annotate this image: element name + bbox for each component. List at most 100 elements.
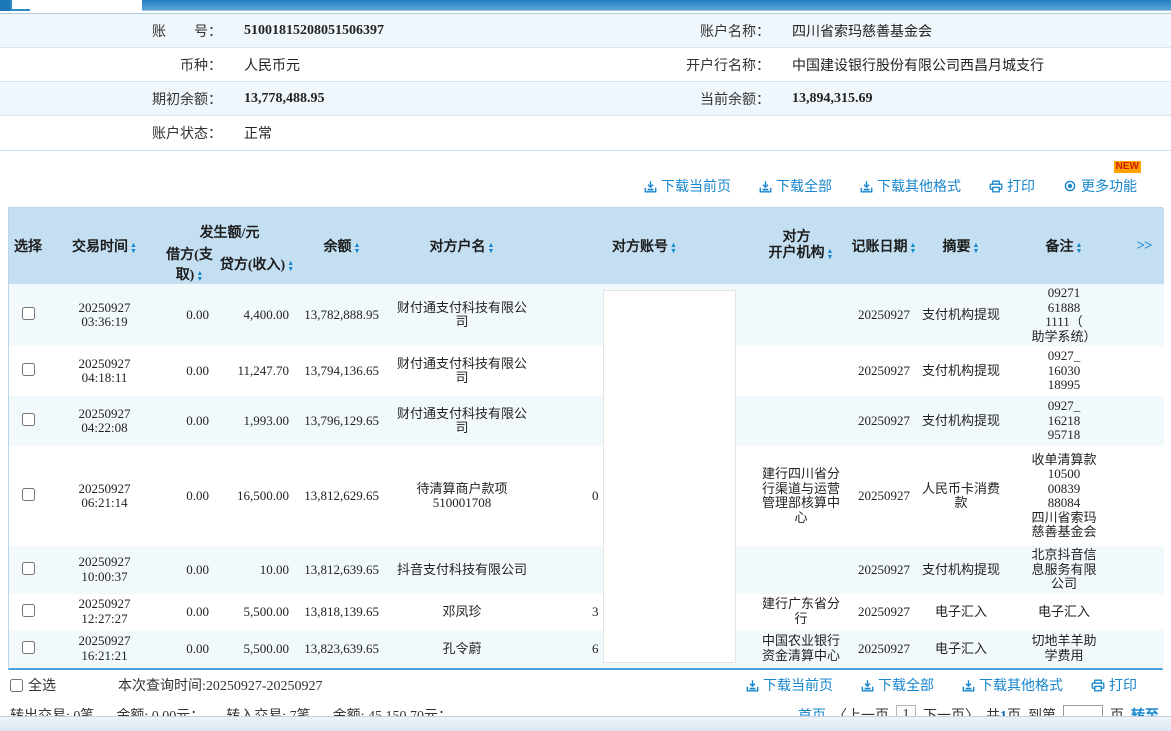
txn-institution-cell: 建行广东省分行 [752, 594, 850, 630]
txn-date-cell: 20250927 [850, 630, 918, 668]
header-date: 记账日期▲▼ [850, 208, 918, 284]
select-cell [9, 284, 47, 346]
currency-label: 币种： [0, 55, 232, 75]
currency-value: 人民币元 [232, 55, 585, 75]
txn-expand-cell [1124, 284, 1164, 346]
sort-icon[interactable]: ▲▼ [354, 242, 361, 254]
download-current-page-label: 下载当前页 [661, 176, 731, 196]
header-select: 选择 [9, 208, 47, 284]
tab-bar-remnant [142, 0, 1171, 11]
txn-time-cell: 20250927 03:36:19 [47, 284, 162, 346]
txn-date-cell: 20250927 [850, 446, 918, 546]
print-label: 打印 [1007, 176, 1035, 196]
txn-remark-cell: 北京抖音信 息服务有限 公司 [1004, 546, 1124, 594]
table-row: 20250927 10:00:370.0010.0013,812,639.65抖… [9, 546, 1164, 594]
bank-name-value: 中国建设银行股份有限公司西昌月城支行 [780, 55, 1171, 75]
txn-credit-cell: 5,500.00 [217, 594, 297, 630]
txn-balance-cell: 13,812,639.65 [297, 546, 387, 594]
txn-summary-cell: 电子汇入 [918, 630, 1004, 668]
more-functions-label: 更多功能 [1081, 176, 1137, 196]
txn-date-cell: 20250927 [850, 396, 918, 446]
download-icon [644, 180, 657, 193]
txn-counterparty-cell: 待清算商户款项510001708 [387, 446, 537, 546]
sort-icon[interactable]: ▲▼ [488, 242, 495, 254]
select-all-label: 全选 [28, 675, 56, 695]
expand-columns-button[interactable]: >> [1124, 208, 1164, 284]
row-checkbox[interactable] [22, 604, 35, 617]
download-other-format-button[interactable]: 下载其他格式 [860, 176, 961, 196]
txn-institution-cell: 建行四川省分行渠道与运营管理部核算中心 [752, 446, 850, 546]
sort-icon[interactable]: ▲▼ [973, 242, 980, 254]
download-other-format-button-bottom[interactable]: 下载其他格式 [962, 675, 1063, 695]
sort-icon[interactable]: ▲▼ [670, 242, 677, 254]
txn-expand-cell [1124, 630, 1164, 668]
header-summary: 摘要▲▼ [918, 208, 1004, 284]
sort-icon[interactable]: ▲▼ [910, 242, 917, 254]
print-button-bottom[interactable]: 打印 [1091, 675, 1137, 695]
txn-credit-cell: 1,993.00 [217, 396, 297, 446]
row-checkbox[interactable] [22, 488, 35, 501]
txn-expand-cell [1124, 396, 1164, 446]
current-balance-value: 13,894,315.69 [780, 91, 1171, 107]
txn-time-cell: 20250927 04:18:11 [47, 346, 162, 396]
select-bar: 全选 本次查询时间:20250927-20250927 下载当前页 下载全部 下… [0, 670, 1171, 701]
row-checkbox[interactable] [22, 562, 35, 575]
txn-institution-cell: 中国农业银行资金清算中心 [752, 630, 850, 668]
download-icon [746, 679, 759, 692]
select-cell [9, 446, 47, 546]
row-checkbox[interactable] [22, 307, 35, 320]
account-status-value: 正常 [232, 123, 585, 143]
gear-icon [1063, 179, 1077, 193]
sort-icon[interactable]: ▲▼ [1076, 242, 1083, 254]
download-all-button[interactable]: 下载全部 [759, 176, 832, 196]
header-institution: 对方 开户机构▲▼ [752, 208, 850, 284]
account-info-panel: 账 号： 51001815208051506397 账户名称： 四川省索玛慈善基… [0, 13, 1171, 151]
txn-summary-cell: 支付机构提现 [918, 396, 1004, 446]
header-counterparty: 对方户名▲▼ [387, 208, 537, 284]
transaction-table: 选择 交易时间▲▼ 发生额/元 余额▲▼ 对方户名▲▼ 对方账号▲▼ 对方 开户… [8, 207, 1163, 670]
download-current-page-button-bottom[interactable]: 下载当前页 [746, 675, 833, 695]
txn-counterparty-cell: 孔令蔚 [387, 630, 537, 668]
txn-expand-cell [1124, 546, 1164, 594]
table-row: 20250927 04:18:110.0011,247.7013,794,136… [9, 346, 1164, 396]
tab-remnant-stub [10, 0, 30, 11]
select-cell [9, 594, 47, 630]
txn-time-cell: 20250927 10:00:37 [47, 546, 162, 594]
row-checkbox[interactable] [22, 641, 35, 654]
account-name-value: 四川省索玛慈善基金会 [780, 21, 1171, 41]
bank-name-label: 开户行名称： [585, 55, 780, 75]
printer-icon [1091, 679, 1105, 692]
account-number-value: 51001815208051506397 [232, 23, 585, 39]
download-all-button-bottom[interactable]: 下载全部 [861, 675, 934, 695]
header-credit: 贷方(收入)▲▼ [217, 244, 297, 284]
txn-debit-cell: 0.00 [162, 446, 217, 546]
txn-balance-cell: 13,812,629.65 [297, 446, 387, 546]
header-account: 对方账号▲▼ [537, 208, 752, 284]
sort-icon[interactable]: ▲▼ [827, 248, 834, 260]
account-name-label: 账户名称： [585, 21, 780, 41]
select-all-checkbox[interactable] [10, 679, 23, 692]
txn-remark-cell: 09271 61888 1111（ 助学系统） [1004, 284, 1124, 346]
txn-time-cell: 20250927 06:21:14 [47, 446, 162, 546]
sort-icon[interactable]: ▲▼ [287, 260, 294, 272]
row-checkbox[interactable] [22, 413, 35, 426]
txn-balance-cell: 13,818,139.65 [297, 594, 387, 630]
txn-debit-cell: 0.00 [162, 546, 217, 594]
txn-balance-cell: 13,794,136.65 [297, 346, 387, 396]
txn-counterparty-cell: 财付通支付科技有限公司 [387, 284, 537, 346]
bottom-band [0, 716, 1171, 731]
account-number-label: 账 号： [0, 21, 232, 41]
txn-summary-cell: 人民币卡消费款 [918, 446, 1004, 546]
active-tab-remnant[interactable] [30, 0, 142, 11]
print-button[interactable]: 打印 [989, 176, 1035, 196]
download-current-page-button[interactable]: 下载当前页 [644, 176, 731, 196]
sort-icon[interactable]: ▲▼ [130, 242, 137, 254]
row-checkbox[interactable] [22, 363, 35, 376]
txn-remark-cell: 0927_ 16218 95718 [1004, 396, 1124, 446]
txn-credit-cell: 4,400.00 [217, 284, 297, 346]
txn-balance-cell: 13,796,129.65 [297, 396, 387, 446]
txn-remark-cell: 切地羊羊助 学费用 [1004, 630, 1124, 668]
new-badge: NEW [1114, 161, 1141, 173]
more-functions-button[interactable]: NEW 更多功能 [1063, 176, 1137, 196]
sort-icon[interactable]: ▲▼ [196, 270, 203, 282]
